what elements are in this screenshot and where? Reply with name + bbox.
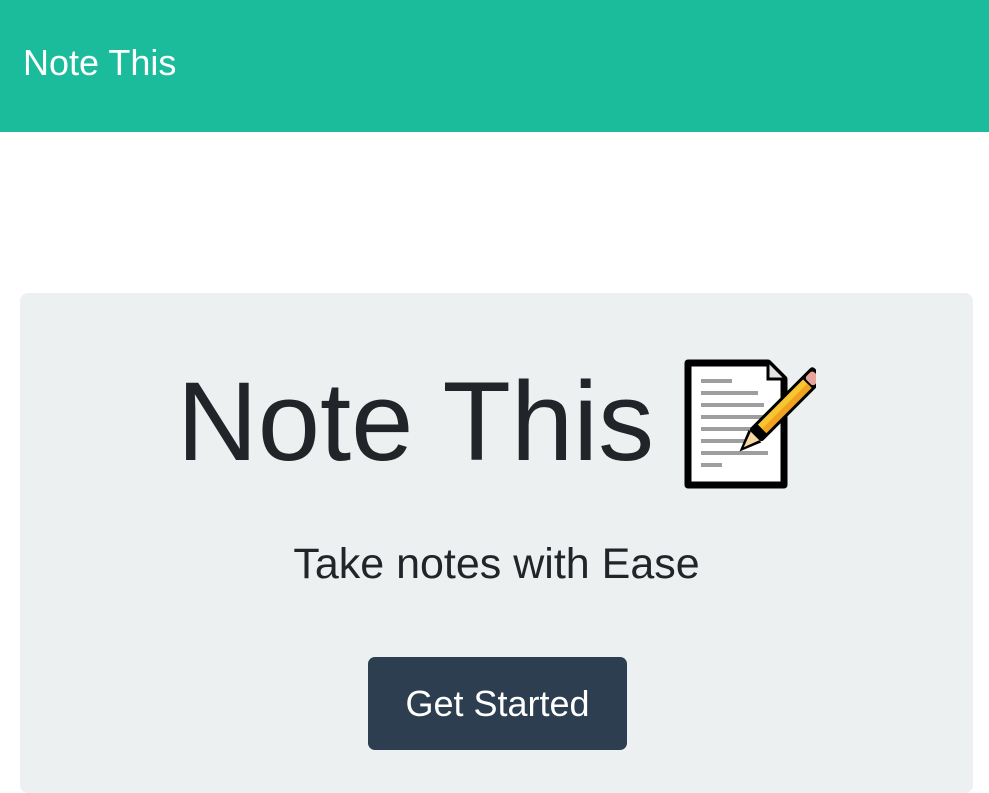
top-navbar: Note This (0, 0, 989, 132)
hero-title: Note This (176, 359, 655, 484)
hero-heading-row: Note This (20, 353, 973, 491)
hero-subtitle: Take notes with Ease (293, 540, 700, 588)
get-started-button[interactable]: Get Started (368, 657, 627, 750)
memo-pencil-icon (684, 359, 817, 489)
navbar-brand[interactable]: Note This (23, 45, 176, 81)
hero-jumbotron: Note This Take notes with Ease Get Start… (20, 293, 973, 793)
